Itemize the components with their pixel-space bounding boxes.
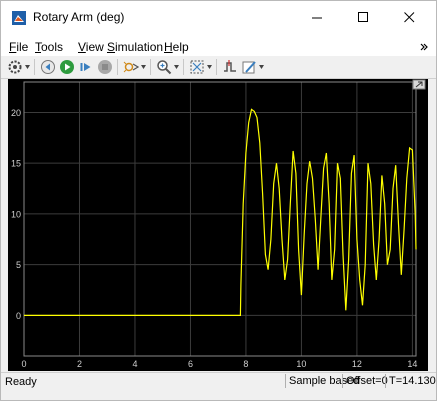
- x-tick-labels: 0 2 4 6 8 10 12 14: [21, 359, 417, 369]
- style-dropdown-icon[interactable]: [259, 65, 264, 69]
- x-tick-label: 0: [21, 359, 26, 369]
- toolbar-separator: [117, 59, 118, 75]
- maximize-button[interactable]: [340, 1, 386, 34]
- y-tick-labels: 0 5 10 15 20: [11, 108, 21, 321]
- close-icon: [403, 12, 414, 23]
- y-tick-label: 15: [11, 159, 21, 169]
- x-tick-label: 10: [296, 359, 306, 369]
- style-icon[interactable]: [241, 59, 257, 75]
- autoscale-icon[interactable]: [189, 59, 205, 75]
- maximize-icon: [357, 12, 368, 22]
- stop-icon[interactable]: [97, 59, 113, 75]
- zoom-icon[interactable]: [156, 59, 172, 75]
- minimize-button[interactable]: [294, 1, 340, 34]
- scope-plot[interactable]: 0 5 10 15 20 0 2 4 6 8 10 12 14: [8, 79, 428, 371]
- undock-button[interactable]: [412, 79, 426, 90]
- x-tick-label: 12: [352, 359, 362, 369]
- time-status: T=14.130: [385, 374, 436, 388]
- toolbar: [1, 56, 436, 79]
- triggers-icon[interactable]: [222, 59, 238, 75]
- title-bar[interactable]: Rotary Arm (deg): [1, 1, 436, 34]
- close-button[interactable]: [386, 1, 432, 34]
- toolbar-separator: [216, 59, 217, 75]
- y-tick-label: 10: [11, 209, 21, 219]
- toolbar-separator: [150, 59, 151, 75]
- x-tick-label: 8: [243, 359, 248, 369]
- y-tick-label: 0: [16, 311, 21, 321]
- y-tick-label: 5: [16, 260, 21, 270]
- toolbar-separator: [34, 59, 35, 75]
- x-tick-label: 6: [188, 359, 193, 369]
- step-back-icon[interactable]: [40, 59, 56, 75]
- x-tick-label: 4: [132, 359, 137, 369]
- menu-view[interactable]: View: [78, 40, 104, 54]
- scope-display[interactable]: 0 5 10 15 20 0 2 4 6 8 10 12 14: [8, 79, 428, 371]
- x-tick-label: 14: [407, 359, 417, 369]
- highlight-dropdown-icon[interactable]: [141, 65, 146, 69]
- status-ready-text: Ready: [5, 376, 37, 388]
- step-forward-icon[interactable]: [78, 59, 94, 75]
- offset-status: Offset=0: [342, 374, 388, 388]
- settings-icon[interactable]: [7, 59, 23, 75]
- simulink-scope-icon: [12, 11, 26, 25]
- highlight-icon[interactable]: [123, 59, 139, 75]
- y-tick-label: 20: [11, 108, 21, 118]
- menu-tools[interactable]: Tools: [35, 40, 63, 54]
- run-icon[interactable]: [59, 59, 75, 75]
- toolbar-separator: [183, 59, 184, 75]
- menu-simulation[interactable]: Simulation: [107, 40, 163, 54]
- x-tick-label: 2: [77, 359, 82, 369]
- menu-overflow-chevron-icon[interactable]: [420, 43, 428, 51]
- menu-help[interactable]: Help: [164, 40, 189, 54]
- menu-file[interactable]: File: [9, 40, 28, 54]
- window-title: Rotary Arm (deg): [33, 10, 125, 24]
- menu-bar: File Tools View Simulation Help: [1, 34, 436, 56]
- minimize-icon: [311, 17, 322, 19]
- autoscale-dropdown-icon[interactable]: [207, 65, 212, 69]
- settings-dropdown-icon[interactable]: [25, 65, 30, 69]
- status-bar: Ready Sample based Offset=0 T=14.130: [1, 372, 436, 391]
- scope-window: Rotary Arm (deg) File Tools View Simulat…: [0, 0, 437, 401]
- zoom-dropdown-icon[interactable]: [174, 65, 179, 69]
